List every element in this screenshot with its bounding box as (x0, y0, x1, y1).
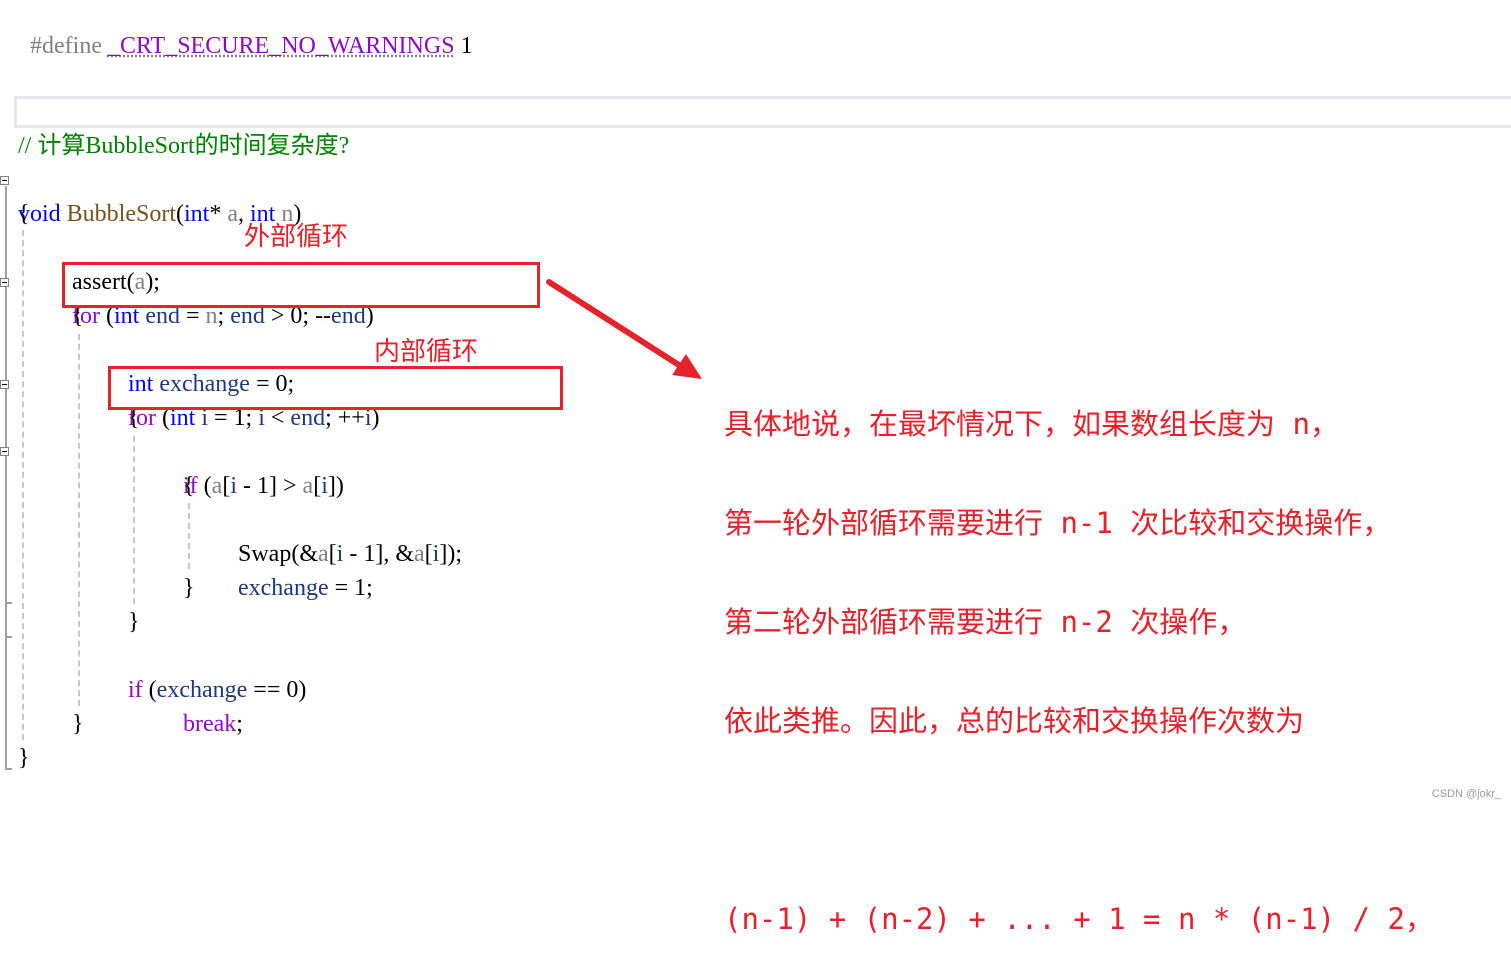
explanation-line: 依此类推。因此，总的比较和交换操作次数为 (724, 704, 1305, 738)
explanation-line: 具体地说，在最坏情况下，如果数组长度为 n， (724, 407, 1339, 441)
watermark: CSDN @jokr_ (1431, 788, 1501, 800)
complexity-explanation: 具体地说，在最坏情况下，如果数组长度为 n， 第一轮外部循环需要进行 n-1 次… (724, 342, 1434, 969)
explanation-line (724, 804, 1434, 837)
explanation-formula: (n-1) + (n-2) + ... + 1 = n * (n-1) / 2， (724, 902, 1434, 936)
explanation-line: 第二轮外部循环需要进行 n-2 次操作， (724, 605, 1247, 639)
explanation-line: 第一轮外部循环需要进行 n-1 次比较和交换操作， (724, 506, 1392, 540)
